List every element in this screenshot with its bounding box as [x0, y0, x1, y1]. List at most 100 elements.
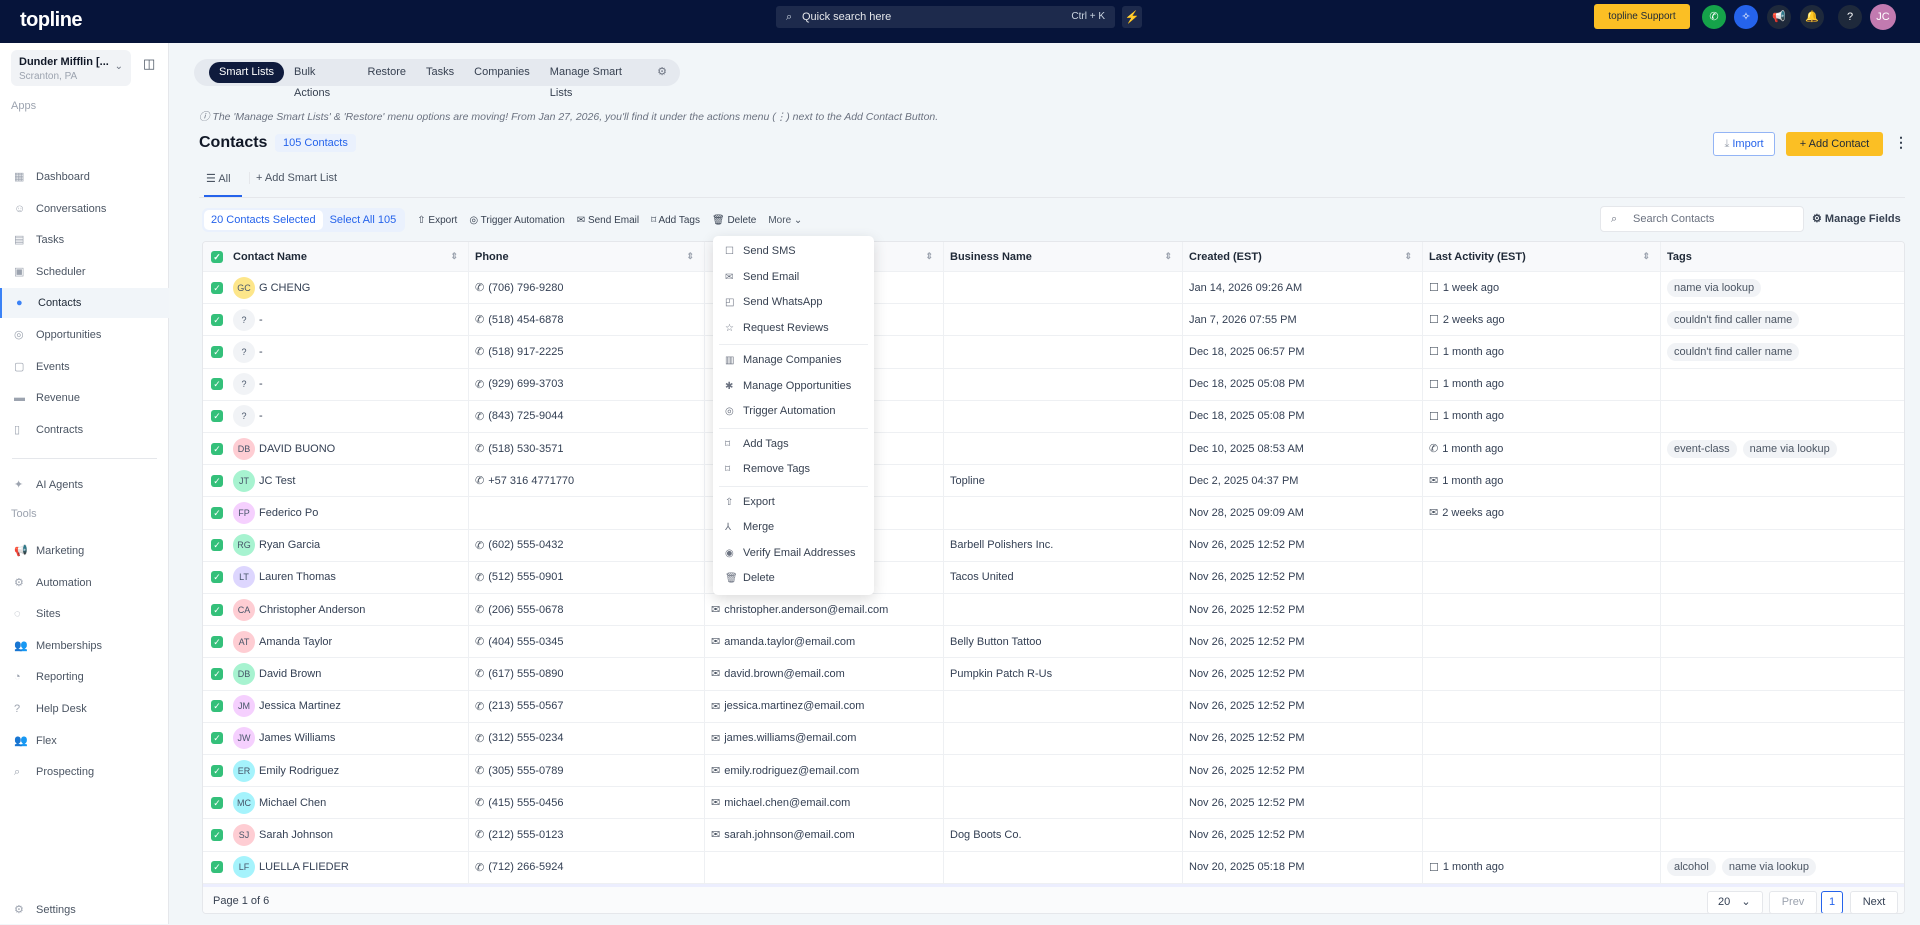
sort-icon[interactable]: ⇕ — [450, 251, 458, 262]
manage-fields-button[interactable]: ⚙ Manage Fields — [1812, 212, 1901, 225]
contact-name[interactable]: - — [259, 346, 263, 358]
contact-name[interactable]: - — [259, 378, 263, 390]
tag-chip[interactable]: event-class — [1667, 439, 1737, 458]
table-row[interactable]: ✓ AT Amanda Taylor ✆ (404) 555-0345 ✉ amanda.t… — [203, 626, 1904, 659]
table-row[interactable]: ✓? - ✆ (518) 917-2225 Dec 18, 2025 06:57 PM ☐… — [203, 336, 1904, 369]
table-row[interactable]: ✓ GC G CHENG ✆ (706) 796-9280 Jan 14, 2026 09… — [203, 272, 1904, 305]
bell-icon[interactable]: 🔔 — [1800, 5, 1824, 29]
tab-bulk-actions[interactable]: Bulk Actions — [284, 62, 357, 99]
menu-item-send-email[interactable]: ✉ Send Email — [713, 265, 874, 291]
menu-item-request-reviews[interactable]: ☆ Request Reviews — [713, 316, 874, 342]
sidebar-item-flex[interactable]: 👥 Flex — [0, 726, 169, 756]
column-header[interactable]: Tags — [1661, 242, 1904, 271]
tag-chip[interactable]: couldn't find caller name — [1667, 310, 1800, 329]
phone-number[interactable]: (843) 725-9044 — [488, 410, 563, 422]
email-address[interactable]: amanda.taylor@email.com — [724, 636, 855, 648]
column-header[interactable]: ✓ Contact Name ⇕ — [203, 242, 469, 271]
column-header[interactable]: Last Activity (EST) ⇕ — [1423, 242, 1661, 271]
contact-name[interactable]: David Brown — [259, 668, 321, 680]
sidebar-item-sites[interactable]: ◌ Sites — [0, 599, 169, 629]
sidebar-item-events[interactable]: ▢ Events — [0, 352, 169, 382]
row-checkbox[interactable]: ✓ — [211, 281, 223, 294]
contact-name[interactable]: Amanda Taylor — [259, 636, 332, 648]
phone-number[interactable]: (512) 555-0901 — [488, 571, 563, 583]
page-size-select[interactable]: 20 ⌄ — [1707, 891, 1763, 913]
trigger-automation-button[interactable]: ◎ Trigger Automation — [469, 215, 564, 226]
phone-number[interactable]: (518) 454-6878 — [488, 314, 563, 326]
row-checkbox[interactable]: ✓ — [211, 442, 223, 455]
row-checkbox[interactable]: ✓ — [211, 378, 223, 391]
list-tab-all[interactable]: ☰ All — [204, 172, 242, 197]
row-checkbox[interactable]: ✓ — [211, 539, 223, 552]
phone-number[interactable]: (213) 555-0567 — [488, 700, 563, 712]
sidebar-item-scheduler[interactable]: ▣ Scheduler — [0, 257, 169, 287]
table-row[interactable]: ✓? - ✆ (843) 725-9044 Dec 18, 2025 05:08 PM ☐… — [203, 400, 1904, 433]
next-button[interactable]: Next — [1850, 891, 1898, 913]
row-checkbox[interactable]: ✓ — [211, 796, 223, 809]
contact-name[interactable]: - — [259, 314, 263, 326]
row-checkbox[interactable]: ✓ — [211, 603, 223, 616]
sort-icon[interactable]: ⇕ — [1642, 251, 1650, 262]
add-smart-list-button[interactable]: + Add Smart List — [249, 172, 337, 184]
phone-number[interactable]: (312) 555-0234 — [488, 732, 563, 744]
phone-number[interactable]: (415) 555-0456 — [488, 797, 563, 809]
tag-chip[interactable]: couldn't find caller name — [1667, 342, 1800, 361]
menu-item-add-tags[interactable]: ⌑ Add Tags — [713, 432, 874, 458]
tab-smart-lists[interactable]: Smart Lists — [209, 62, 285, 83]
phone-number[interactable]: (518) 917-2225 — [488, 346, 563, 358]
import-button[interactable]: ⤓ Import — [1713, 132, 1775, 156]
phone-number[interactable]: (929) 699-3703 — [488, 378, 563, 390]
select-all-button[interactable]: Select All 105 — [323, 210, 404, 230]
table-row[interactable]: ✓ LF LUELLA FLIEDER ✆ (712) 266-5924 Nov 20, … — [203, 851, 1904, 884]
tag-chip[interactable]: name via lookup — [1742, 439, 1837, 458]
email-address[interactable]: david.brown@email.com — [724, 668, 845, 680]
table-row[interactable]: ✓ SJ Sarah Johnson ✆ (212) 555-0123 ✉ sarah.jo… — [203, 819, 1904, 852]
more-dropdown[interactable]: More ⌄ — [768, 215, 802, 226]
table-row[interactable]: ✓? - ✆ (929) 699-3703 Dec 18, 2025 05:08 PM ☐… — [203, 368, 1904, 401]
send-email-button[interactable]: ✉ Send Email — [577, 215, 639, 226]
contact-name[interactable]: Jessica Martinez — [259, 700, 341, 712]
phone-number[interactable]: (602) 555-0432 — [488, 539, 563, 551]
phone-number[interactable]: (518) 530-3571 — [488, 443, 563, 455]
sidebar-item-revenue[interactable]: ▬ Revenue — [0, 383, 169, 413]
menu-item-export[interactable]: ⇧ Export — [713, 490, 874, 516]
tag-chip[interactable]: name via lookup — [1667, 278, 1762, 297]
help-icon[interactable]: ? — [1838, 5, 1862, 29]
table-row[interactable]: ✓ FP Federico Po Nov 28, 2025 09:09 AM ✉ 2 we… — [203, 497, 1904, 530]
contact-name[interactable]: Michael Chen — [259, 797, 326, 809]
row-checkbox[interactable]: ✓ — [211, 571, 223, 584]
contact-name[interactable]: Federico Po — [259, 507, 318, 519]
user-avatar[interactable]: JC — [1870, 4, 1896, 30]
row-checkbox[interactable]: ✓ — [211, 410, 223, 423]
contact-name[interactable]: Sarah Johnson — [259, 829, 333, 841]
email-address[interactable]: sarah.johnson@email.com — [724, 829, 854, 841]
contact-name[interactable]: G CHENG — [259, 282, 310, 294]
sidebar-item-contacts[interactable]: ● Contacts — [0, 288, 169, 319]
row-checkbox[interactable]: ✓ — [211, 474, 223, 487]
lightning-icon[interactable]: ⚡ — [1122, 6, 1142, 28]
tag-chip[interactable]: name via lookup — [1721, 858, 1816, 877]
sort-icon[interactable]: ⇕ — [686, 251, 694, 262]
contact-name[interactable]: LUELLA FLIEDER — [259, 861, 349, 873]
table-row[interactable]: ✓ DB David Brown ✆ (617) 555-0890 ✉ david.brow… — [203, 658, 1904, 691]
menu-item-manage-companies[interactable]: ▥ Manage Companies — [713, 348, 874, 374]
row-checkbox[interactable]: ✓ — [211, 732, 223, 745]
column-header[interactable]: Phone ⇕ — [469, 242, 705, 271]
contact-name[interactable]: Ryan Garcia — [259, 539, 320, 551]
menu-item-verify-email-addresses[interactable]: ◉ Verify Email Addresses — [713, 541, 874, 567]
export-button[interactable]: ⇧ Export — [417, 215, 457, 226]
email-address[interactable]: michael.chen@email.com — [724, 797, 850, 809]
ai-sparkle-icon[interactable]: ✧ — [1734, 5, 1758, 29]
sort-icon[interactable]: ⇕ — [1404, 251, 1412, 262]
email-address[interactable]: emily.rodriguez@email.com — [724, 765, 859, 777]
menu-item-remove-tags[interactable]: ⌑ Remove Tags — [713, 457, 874, 483]
row-checkbox[interactable]: ✓ — [211, 635, 223, 648]
table-row[interactable]: ✓ ER Emily Rodriguez ✆ (305) 555-0789 ✉ emily.… — [203, 755, 1904, 788]
account-switcher[interactable]: Dunder Mifflin [... Scranton, PA ⌄ — [11, 50, 131, 86]
sidebar-item-contracts[interactable]: ▯ Contracts — [0, 415, 169, 445]
email-address[interactable]: james.williams@email.com — [724, 732, 856, 744]
sidebar-item-tasks[interactable]: ▤ Tasks — [0, 225, 169, 255]
menu-item-send-sms[interactable]: ☐ Send SMS — [713, 239, 874, 265]
email-address[interactable]: jessica.martinez@email.com — [724, 700, 864, 712]
email-address[interactable]: christopher.anderson@email.com — [724, 604, 888, 616]
